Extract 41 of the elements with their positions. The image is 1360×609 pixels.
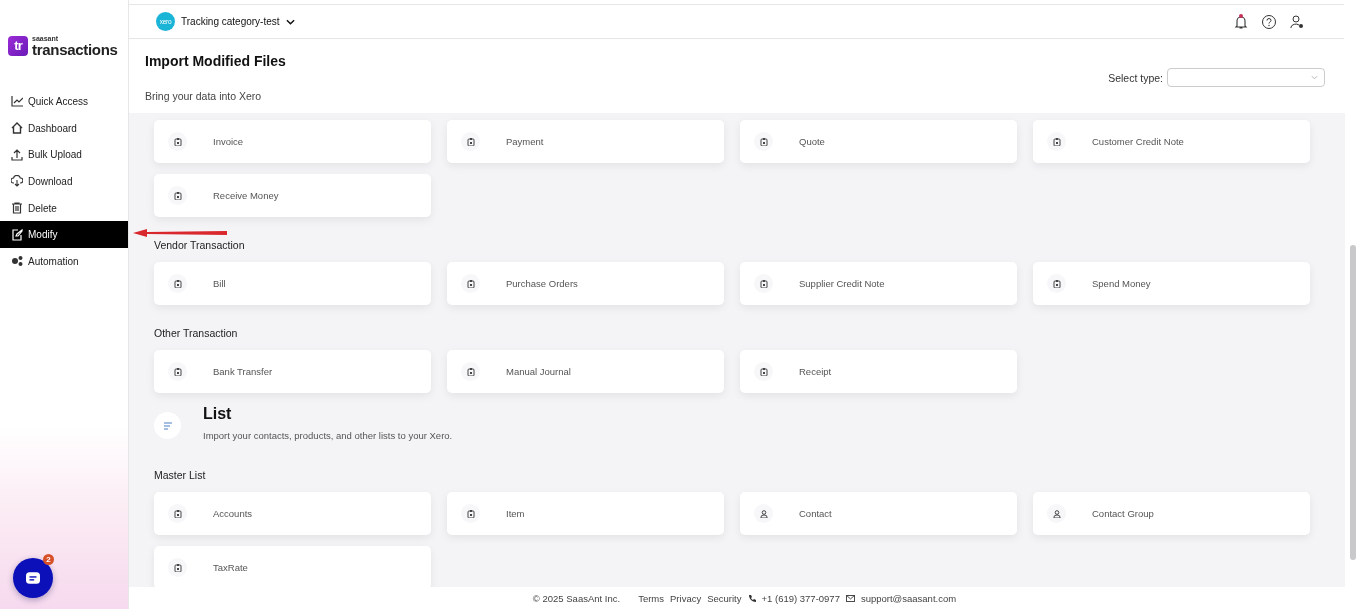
sidebar-item[interactable]: Delete [0,194,128,222]
phone-number: +1 (619) 377-0977 [761,592,840,604]
import-card[interactable]: Invoice [154,120,431,163]
import-card[interactable]: Bank Transfer [154,350,431,393]
page-subtitle: Bring your data into Xero [145,90,263,102]
import-card[interactable]: Item [447,492,724,535]
footer-link[interactable]: Terms [638,592,664,604]
import-card[interactable]: Bill [154,262,431,305]
copyright-text: © 2025 SaasAnt Inc. [532,592,621,604]
import-card[interactable]: Supplier Credit Note [740,262,1017,305]
footer-link[interactable]: Privacy [670,592,702,604]
sidebar-item[interactable]: Download [0,168,128,195]
import-card[interactable]: Receive Money [154,174,431,217]
page-title: Import Modified Files [145,53,287,69]
import-card[interactable]: Receipt [740,350,1017,393]
sidebar-item[interactable]: Modify [0,221,128,249]
section-title: List [203,404,233,424]
sidebar-item[interactable]: Automation [0,248,128,275]
logo-mark: tr [8,35,28,56]
import-card[interactable]: TaxRate [154,546,431,587]
section-heading: Other Transaction [154,327,238,339]
import-card[interactable]: Contact Group [1033,492,1310,535]
import-card[interactable]: Manual Journal [447,350,724,393]
section-heading: Vendor Transaction [154,239,245,251]
import-card[interactable]: Customer Credit Note [1033,120,1310,163]
email-link[interactable]: support@saasant.com [860,592,957,604]
import-card[interactable]: Purchase Orders [447,262,724,305]
sidebar-item[interactable]: Bulk Upload [0,141,128,169]
import-card[interactable]: Spend Money [1033,262,1310,305]
import-card[interactable]: Payment [447,120,724,163]
import-card[interactable]: Quote [740,120,1017,163]
sidebar-item[interactable]: Quick Access [0,88,128,115]
product-name: transactions [32,41,118,57]
import-card[interactable]: Accounts [154,492,431,535]
notification-badge: 2 [43,554,54,565]
section-heading: Master List [154,469,206,481]
section-description: Import your contacts, products, and other lists to your Xero. [203,430,454,441]
footer-link[interactable]: Security [707,592,742,604]
sidebar-item[interactable]: Dashboard [0,114,128,142]
import-card[interactable]: Contact [740,492,1017,535]
select-type-label: Select type: [1108,71,1163,84]
